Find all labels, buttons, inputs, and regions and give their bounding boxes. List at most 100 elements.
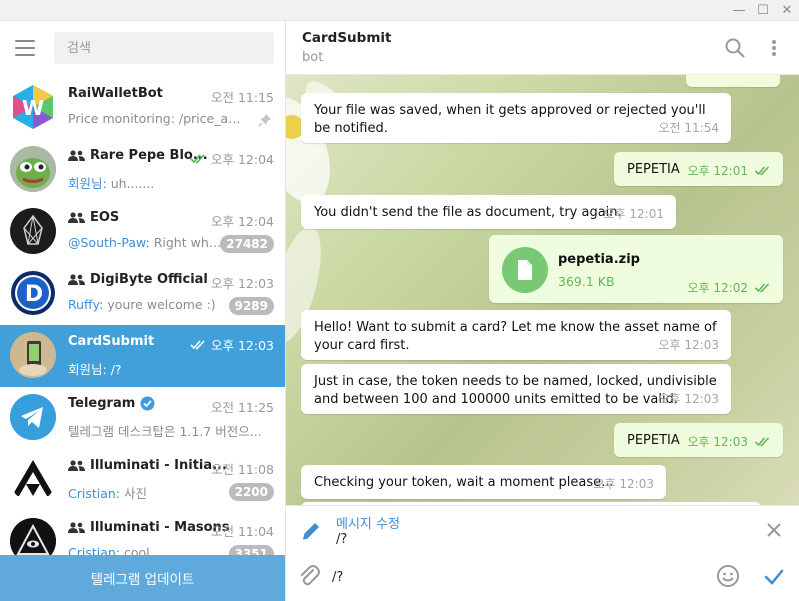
message-input[interactable] [332, 566, 702, 588]
peer-status: bot [302, 50, 324, 65]
chat-name: Rare Pepe Blo... [68, 148, 208, 163]
chat-header: CardSubmit bot [286, 21, 799, 75]
chat-time: 오전 11:04 [211, 524, 274, 539]
message-bubble[interactable]: Hello! Want to submit a card? Let me kno… [301, 310, 731, 360]
chat-item-digibyte[interactable]: D DigiByte Official 오후 12:03 Ruffy: your… [0, 263, 285, 325]
chat-item-cardsubmit[interactable]: CardSubmit 오후 12:03 회원님: /? [0, 325, 285, 387]
chat-preview: 회원님: uh....... [68, 176, 155, 191]
message-bubble[interactable]: PEPETIA 오후 12:01 [614, 152, 783, 186]
chat-item-telegram[interactable]: Telegram 오전 11:25 텔레그램 데스크탑은 1.1.7 버전으..… [0, 387, 285, 449]
chat-item-rare-pepe[interactable]: Rare Pepe Blo... 오후 12:04 회원님: uh....... [0, 139, 285, 201]
pencil-icon [302, 523, 319, 540]
svg-text:D: D [25, 282, 43, 307]
message-bubble[interactable]: PEPETIA 오후 12:03 [614, 423, 783, 457]
cardsubmit-avatar [10, 332, 56, 378]
emoji-icon[interactable] [716, 564, 740, 588]
group-icon [68, 460, 85, 471]
message-text: Just in case, the token needs to be name… [314, 374, 717, 407]
message-bubble[interactable]: Checking your token, wait a moment pleas… [301, 465, 666, 499]
chat-area: CardSubmit bot Your file was saved, when… [286, 21, 799, 601]
search-input[interactable] [54, 32, 274, 64]
message-time: 오후 12:03 [658, 338, 719, 352]
message-time: 오후 12:01 [603, 207, 664, 221]
chat-preview: Ruffy: youre welcome :) [68, 297, 216, 312]
verified-icon [140, 396, 155, 411]
message-text: PEPETIA [627, 433, 680, 448]
rare-pepe-avatar [10, 146, 56, 192]
window-title-bar: — ☐ ✕ [0, 0, 799, 21]
close-icon[interactable] [764, 520, 784, 540]
chat-preview: @South-Paw: Right why ... [68, 235, 226, 250]
message-time: 오후 12:01 [688, 162, 771, 180]
illuminati-avatar [10, 456, 56, 502]
chat-name: CardSubmit [68, 334, 155, 349]
file-message-bubble[interactable]: pepetia.zip 369.1 KB 오후 12:02 [489, 235, 783, 303]
unread-badge: 2200 [228, 483, 274, 501]
message-history[interactable]: Your file was saved, when it gets approv… [286, 75, 799, 505]
message-bubble[interactable]: You didn't send the file as document, tr… [301, 195, 676, 229]
chat-time: 오전 11:15 [211, 90, 274, 105]
file-name[interactable]: pepetia.zip [558, 251, 640, 269]
telegram-avatar [10, 394, 56, 440]
update-telegram-button[interactable]: 텔레그램 업데이트 [0, 555, 285, 601]
message-text: PEPETIA [627, 162, 680, 177]
chat-name: EOS [68, 210, 119, 225]
chat-item-illuminati-initiates[interactable]: Illuminati - Initia... 오전 11:08 Cristian… [0, 449, 285, 511]
message-bubble[interactable] [686, 75, 780, 87]
group-icon [68, 522, 85, 533]
svg-text:W: W [22, 96, 44, 120]
chat-list: W RaiWalletBot 오전 11:15 Price monitoring… [0, 77, 285, 573]
file-size: 369.1 KB [558, 274, 615, 289]
close-window-button[interactable]: ✕ [775, 0, 799, 21]
sidebar: W RaiWalletBot 오전 11:15 Price monitoring… [0, 21, 286, 601]
chat-preview: Cristian: 사진 [68, 486, 148, 501]
minimize-button[interactable]: — [727, 0, 751, 21]
chat-name: Illuminati - Initia... [68, 458, 227, 473]
raiwallet-avatar: W [10, 84, 56, 130]
message-text: Checking your token, wait a moment pleas… [314, 475, 614, 490]
chat-preview: Price monitoring: /price_abo... [68, 111, 246, 126]
chat-time: 오전 11:25 [211, 400, 274, 415]
message-text: Hello! Want to submit a card? Let me kno… [314, 320, 717, 353]
message-bubble[interactable]: Your file was saved, when it gets approv… [301, 93, 731, 143]
double-check-icon [190, 339, 205, 349]
eos-avatar [10, 208, 56, 254]
pin-icon [258, 114, 271, 127]
chat-name: RaiWalletBot [68, 86, 163, 101]
chat-name: DigiByte Official [68, 272, 208, 287]
chat-item-raiwalletbot[interactable]: W RaiWalletBot 오전 11:15 Price monitoring… [0, 77, 285, 139]
message-time: 오후 12:03 [658, 392, 719, 406]
chat-time: 오후 12:03 [190, 335, 274, 354]
double-check-icon [754, 166, 770, 176]
edit-message-title: 메시지 수정 [336, 517, 400, 532]
double-check-icon [190, 153, 205, 163]
compose-area: 메시지 수정 /? [286, 505, 799, 601]
chat-preview: 회원님: /? [68, 362, 122, 377]
message-text: You didn't send the file as document, tr… [314, 205, 622, 220]
message-bubble[interactable]: Just in case, the token needs to be name… [301, 364, 731, 414]
chat-time: 오전 11:08 [211, 462, 274, 477]
more-options-icon[interactable] [764, 37, 784, 59]
chat-time: 오후 12:04 [211, 214, 274, 229]
edit-original-text: /? [336, 532, 348, 547]
chat-name: Illuminati - Masons [68, 520, 230, 535]
file-icon[interactable] [502, 247, 548, 293]
chat-name: Telegram [68, 396, 155, 411]
group-icon [68, 150, 85, 161]
message-time: 오후 12:03 [593, 477, 654, 491]
double-check-icon [754, 437, 770, 447]
maximize-button[interactable]: ☐ [751, 0, 775, 21]
checkmark-send-icon[interactable] [763, 566, 785, 588]
hamburger-menu-icon[interactable] [12, 37, 38, 59]
message-time: 오전 11:54 [658, 121, 719, 135]
group-icon [68, 212, 85, 223]
chat-preview: 텔레그램 데스크탑은 1.1.7 버전으... [68, 424, 262, 439]
peer-name[interactable]: CardSubmit [302, 30, 391, 46]
chat-time: 오후 12:03 [211, 276, 274, 291]
paperclip-icon[interactable] [297, 563, 321, 589]
message-text: Your file was saved, when it gets approv… [314, 103, 706, 136]
chat-item-eos[interactable]: EOS 오후 12:04 @South-Paw: Right why ... 2… [0, 201, 285, 263]
search-icon[interactable] [723, 36, 747, 60]
message-time: 오후 12:02 [688, 279, 771, 297]
group-icon [68, 274, 85, 285]
